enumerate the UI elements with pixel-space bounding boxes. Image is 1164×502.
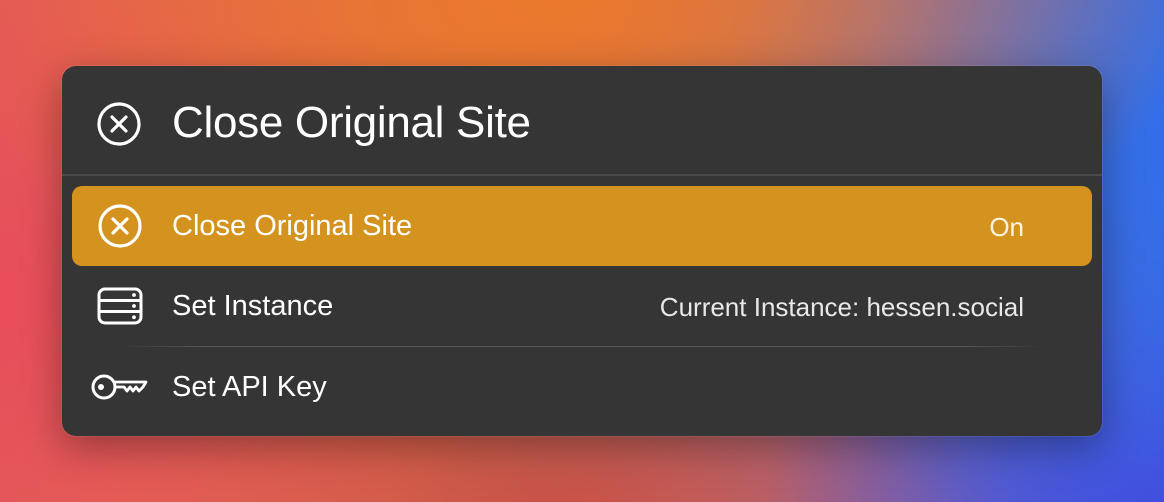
- command-panel: Close Original Site Close Original Site …: [62, 66, 1102, 436]
- header-divider: [62, 174, 1102, 176]
- list-item-accessory: Current Instance: hessen.social: [659, 292, 1024, 322]
- list-item-close-original-site[interactable]: Close Original Site On: [72, 186, 1092, 266]
- list-item-label: Set Instance: [172, 290, 334, 322]
- server-icon: [96, 284, 144, 328]
- list-item-set-instance[interactable]: Set Instance Current Instance: hessen.so…: [72, 266, 1092, 346]
- list-item-label: Set API Key: [172, 371, 327, 403]
- command-header: Close Original Site: [62, 66, 1102, 174]
- list-item-set-api-key[interactable]: Set API Key: [72, 347, 1092, 427]
- key-icon: [90, 365, 150, 409]
- command-title: Close Original Site: [172, 98, 531, 147]
- close-circle-icon: [96, 204, 144, 248]
- list-item-label: Close Original Site: [172, 210, 413, 242]
- close-circle-icon: [96, 101, 142, 147]
- list-item-status: On: [989, 212, 1024, 242]
